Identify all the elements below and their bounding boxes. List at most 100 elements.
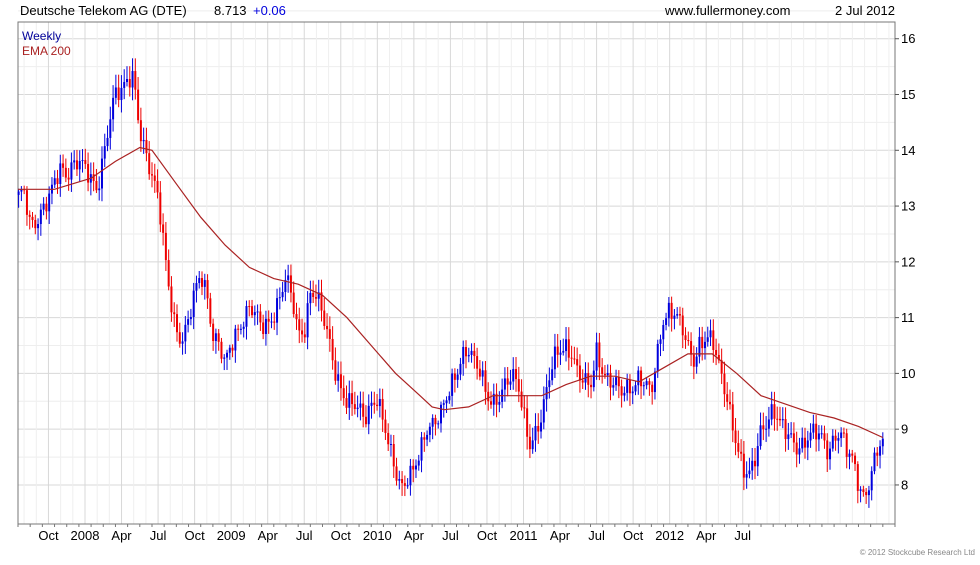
candle-body [128,79,131,88]
candle-body [745,474,748,478]
candle-body [845,433,848,457]
candle-body [262,322,265,335]
legend-weekly: Weekly [22,29,61,43]
header-date: 2 Jul 2012 [835,3,895,18]
candle-body [339,374,342,389]
header-last-price: 8.713 [214,3,247,18]
candle-body [706,337,709,342]
candle-body [562,351,565,353]
candle-body [462,346,465,364]
candle-body [623,392,626,396]
candle-body [362,403,365,417]
candle-body [787,434,790,440]
candle-body [681,315,684,336]
candle-body [659,339,662,344]
candle-body [581,380,584,383]
candle-body [137,89,140,121]
candle-body [870,471,873,491]
candle-body [239,328,242,330]
candle-body [498,401,501,405]
candle-body [139,120,142,142]
legend-ema-200: EMA 200 [22,44,71,58]
candle-body [131,71,134,88]
candle-body [395,466,398,481]
candle-body [334,360,337,381]
candle-body [637,370,640,386]
candle-body [759,425,762,447]
candle-body [590,384,593,388]
candle-body [112,97,115,120]
candle-body [314,297,317,299]
candle-body [75,160,78,170]
x-tick-label: 2008 [71,528,100,543]
y-tick-label: 16 [901,31,915,46]
candle-body [609,372,612,388]
candle-body [848,453,851,457]
candle-body [98,188,101,191]
candle-body [587,373,590,385]
candle-body [373,402,376,405]
candle-body [234,328,237,351]
candle-body [690,341,693,355]
candle-body [178,332,181,344]
candle-body [862,489,865,492]
candle-body [509,381,512,385]
header-site[interactable]: www.fullermoney.com [664,3,790,18]
candle-body [470,350,473,355]
candle-body [617,377,620,387]
candle-body [439,404,442,424]
y-tick-label: 8 [901,477,908,492]
candle-body [73,160,76,163]
candle-body [120,87,123,101]
plot-frame [17,21,896,525]
candle-body [37,224,40,229]
candle-body [867,490,870,496]
candle-body [431,417,434,427]
candle-body [28,214,31,217]
candle-body [328,329,331,339]
candle-body [628,379,631,394]
candle-body [426,434,429,440]
candle-body [806,440,809,448]
candle-body [42,203,45,210]
candle-body [123,82,126,88]
candle-body [767,419,770,429]
candle-body [748,470,751,475]
candle-body [592,370,595,388]
candle-body [337,374,340,381]
candle-body [615,377,618,386]
candle-body [428,426,431,435]
candle-body [278,297,281,299]
candle-body [156,180,159,193]
candle-body [84,160,87,164]
grid [18,10,895,524]
candle-body [695,356,698,367]
x-tick-label: Oct [185,528,206,543]
candle-body [242,326,245,329]
candle-body [687,340,690,342]
candle-body [487,391,490,402]
candle-body [856,464,859,491]
candle-body [195,283,198,291]
x-axis: Oct 2008 Apr Jul Oct 2009 Apr Jul Oct 2010 Apr Jul O… [17,524,896,543]
stock-chart: 8 9 10 11 12 13 14 15 16 Oct 2008 Apr Jul Oct 2009 Apr… [17,3,975,557]
candle-body [214,333,217,341]
candle-body [567,339,570,358]
candle-body [831,435,834,449]
candle-body [359,403,362,408]
candle-body [364,416,367,425]
candle-body [34,219,37,229]
candle-body [851,453,854,456]
candle-body [145,139,148,154]
candle-body [751,460,754,471]
candle-body [370,402,373,406]
candle-body [573,358,576,360]
candle-body [173,312,176,315]
x-tick-label: Jul [588,528,605,543]
candle-body [381,398,384,420]
candle-body [548,380,551,388]
candle-body [281,291,284,298]
candle-body [403,483,406,486]
candle-body [731,404,734,431]
candle-body [323,310,326,326]
